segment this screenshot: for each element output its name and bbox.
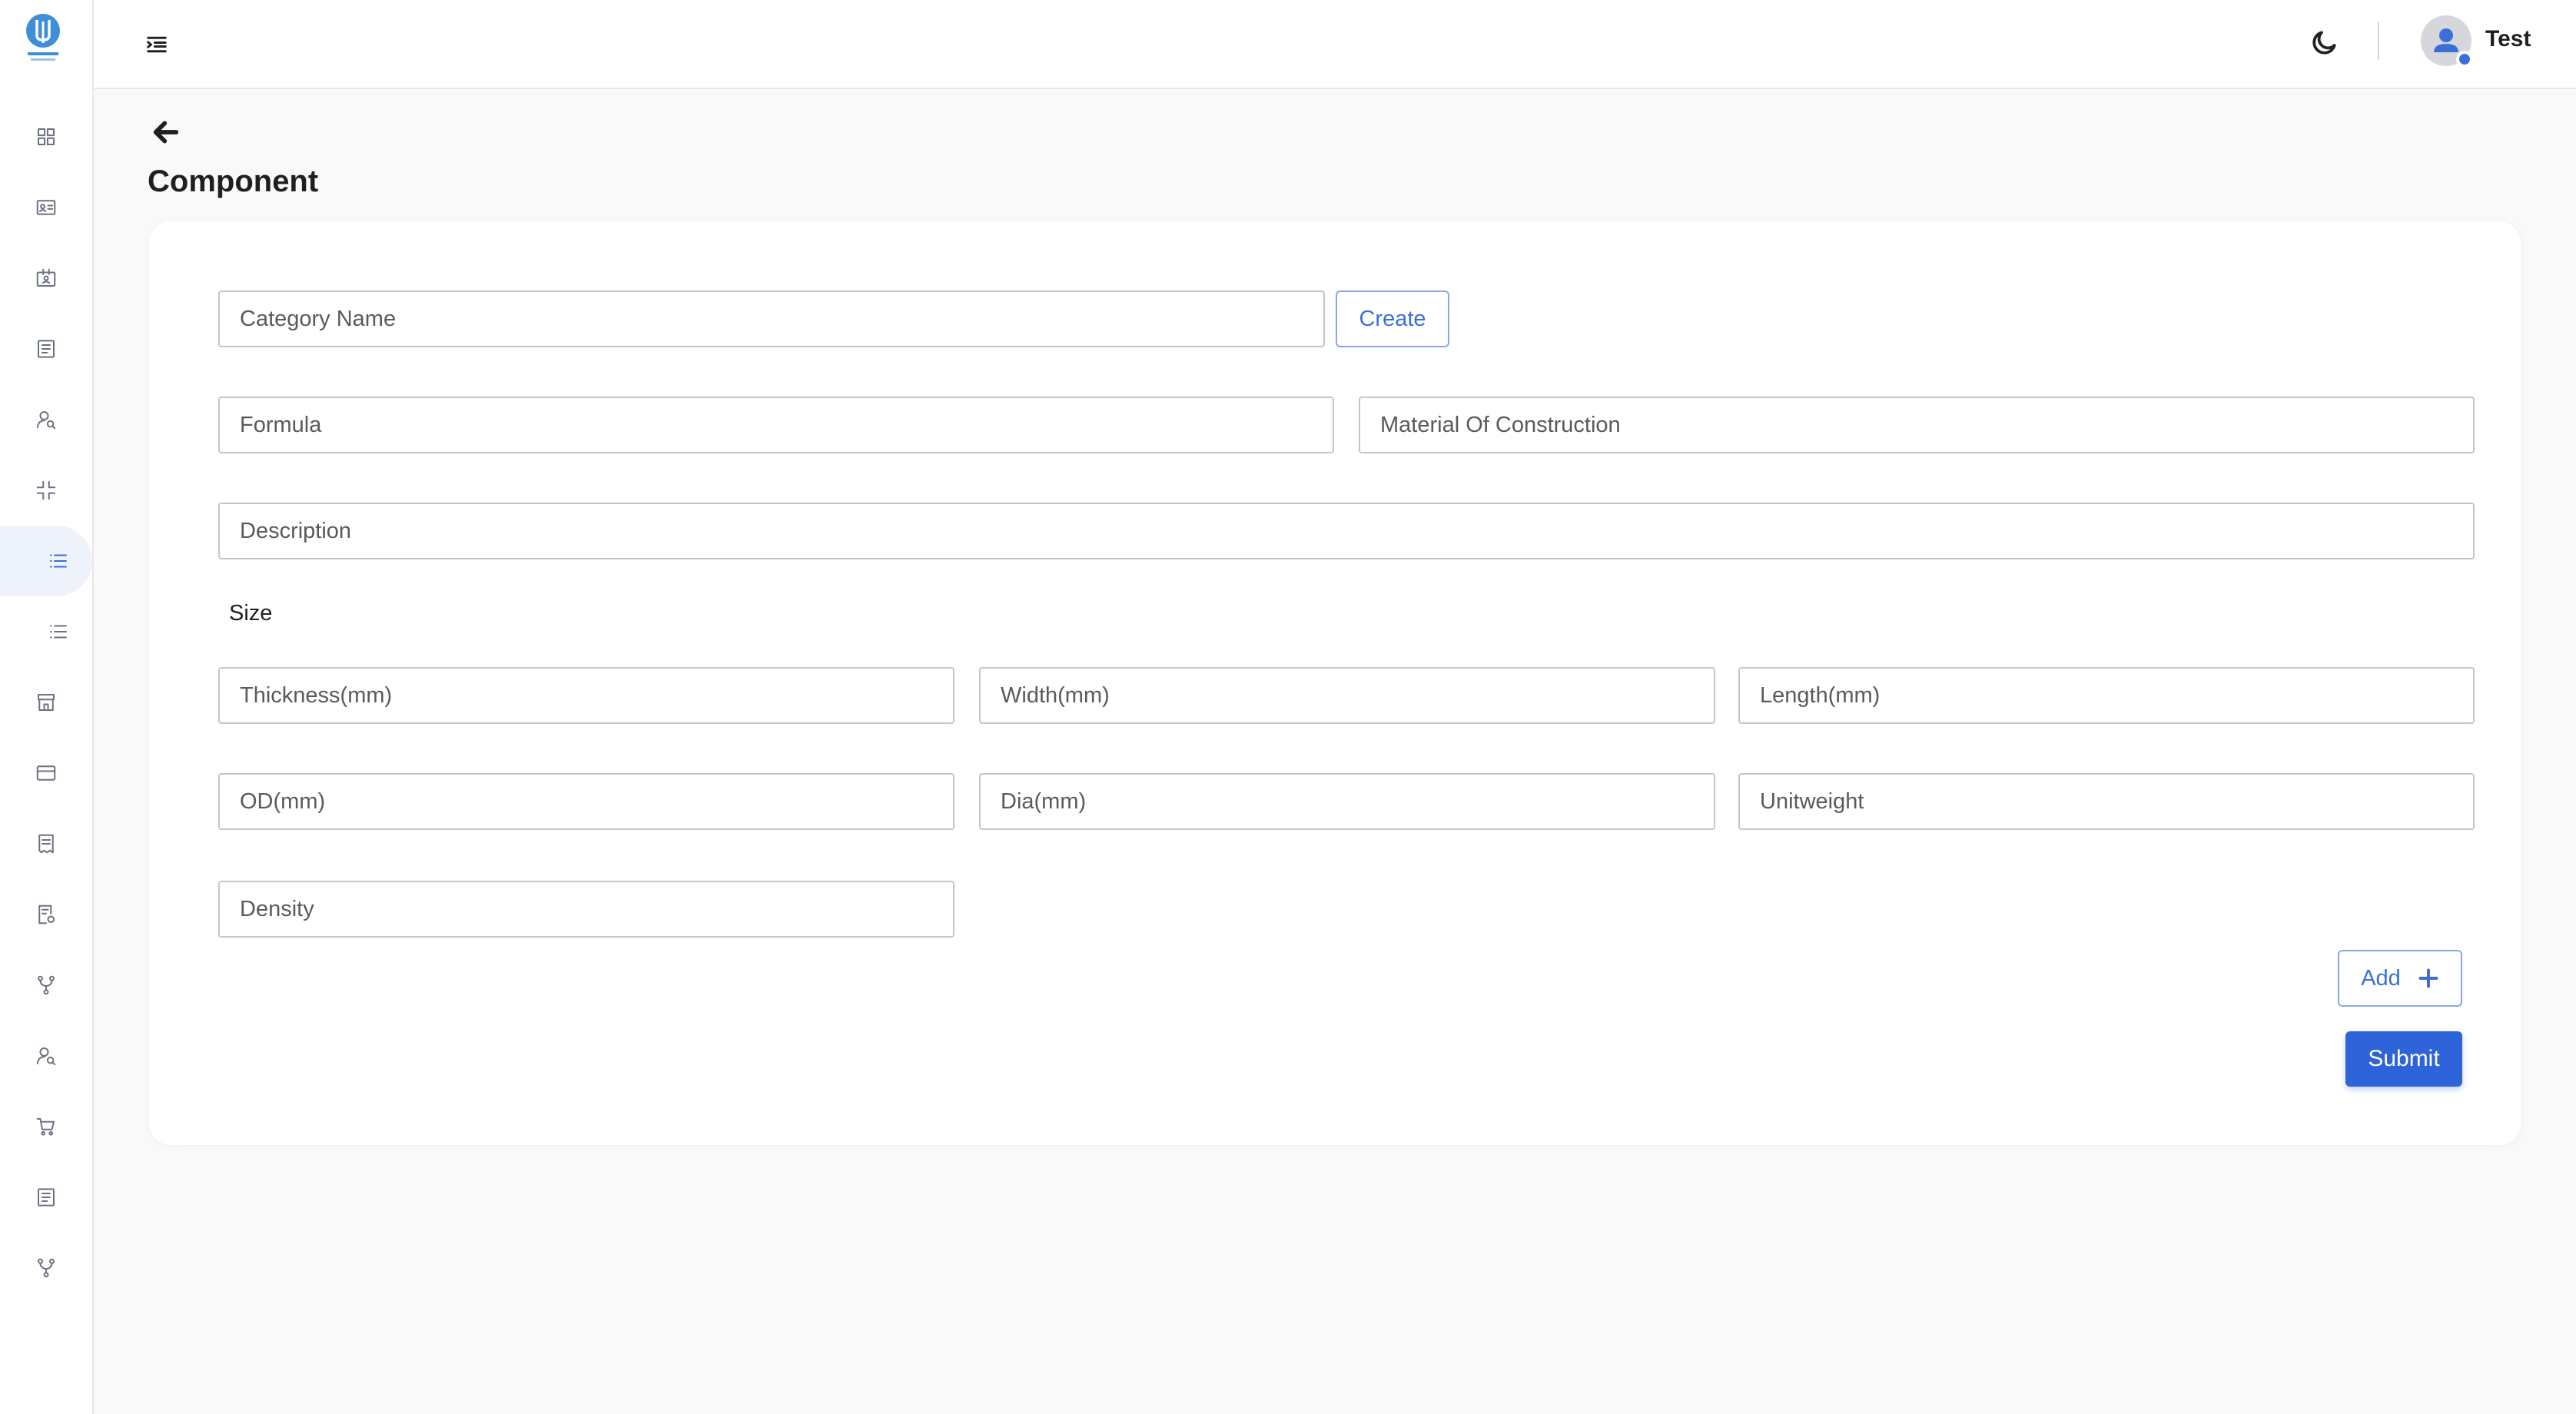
sidebar-item-branch-2[interactable] (0, 1233, 92, 1303)
sidebar-item-dashboard[interactable] (0, 101, 92, 172)
menu-collapse-icon (147, 36, 167, 53)
sidebar-item-badge[interactable] (0, 243, 92, 314)
sidebar-item-compress[interactable] (0, 455, 92, 526)
user-search-icon (36, 411, 56, 430)
unitweight-input[interactable] (1738, 773, 2475, 830)
component-form-card: Create Size Add Submit (149, 221, 2521, 1145)
branch-icon (38, 975, 55, 995)
width-input[interactable] (979, 667, 1715, 724)
sidebar-item-receipt[interactable] (0, 808, 92, 879)
compress-icon (36, 480, 56, 500)
thickness-input[interactable] (218, 667, 954, 724)
length-input[interactable] (1738, 667, 2475, 724)
density-input[interactable] (218, 881, 954, 938)
material-of-construction-input[interactable] (1359, 397, 2475, 453)
add-button-label: Add (2361, 965, 2401, 991)
back-button[interactable] (144, 114, 188, 151)
branch-icon (38, 1258, 55, 1278)
receipt-icon (38, 834, 54, 854)
sidebar-item-list-active[interactable] (0, 526, 92, 596)
formula-input[interactable] (218, 397, 1334, 453)
sidebar-item-branch[interactable] (0, 950, 92, 1021)
sidebar-item-credit-card[interactable] (0, 738, 92, 808)
submit-button[interactable]: Submit (2345, 1031, 2462, 1087)
dark-mode-toggle[interactable] (2305, 23, 2344, 61)
sidebar-item-store[interactable] (0, 667, 92, 738)
moon-icon (2312, 31, 2336, 55)
menu-toggle-button[interactable] (140, 28, 174, 61)
arrow-left-icon (153, 121, 179, 144)
create-button[interactable]: Create (1336, 290, 1449, 347)
sidebar-item-user-search[interactable] (0, 384, 92, 455)
list-icon (50, 625, 67, 639)
sidebar-item-documents-2[interactable] (0, 1162, 92, 1233)
dashboard-grid-icon (38, 128, 55, 145)
sidebar-item-report-settings[interactable] (0, 879, 92, 950)
page-title: Component (148, 164, 319, 198)
document-list-icon (38, 340, 55, 358)
document-list-icon (38, 1188, 55, 1207)
badge-icon (36, 268, 56, 287)
header-divider (2378, 22, 2379, 60)
user-search-icon (36, 1047, 56, 1066)
sidebar (0, 0, 94, 1414)
submit-button-label: Submit (2368, 1046, 2440, 1071)
user-name[interactable]: Test (2485, 26, 2531, 52)
report-settings-icon (38, 904, 55, 924)
add-button[interactable]: Add (2338, 950, 2462, 1007)
store-icon (38, 694, 55, 711)
description-input[interactable] (218, 503, 2475, 559)
size-section-label: Size (229, 601, 273, 626)
category-name-input[interactable] (218, 290, 1325, 347)
list-icon (50, 554, 67, 568)
od-input[interactable] (218, 773, 954, 830)
plus-icon (2418, 968, 2438, 988)
id-card-icon (36, 200, 56, 215)
sidebar-item-user-search-2[interactable] (0, 1021, 92, 1091)
avatar[interactable] (2421, 15, 2473, 68)
sidebar-item-list[interactable] (0, 596, 92, 667)
sidebar-item-id-card[interactable] (0, 172, 92, 243)
top-bar: Test (94, 0, 2576, 89)
create-button-label: Create (1359, 306, 1426, 331)
dia-input[interactable] (979, 773, 1715, 830)
sidebar-item-cart[interactable] (0, 1091, 92, 1162)
online-status-dot (2456, 51, 2473, 68)
company-logo[interactable] (22, 12, 65, 65)
credit-card-icon (36, 765, 56, 781)
sidebar-item-documents[interactable] (0, 314, 92, 384)
cart-icon (36, 1118, 55, 1136)
